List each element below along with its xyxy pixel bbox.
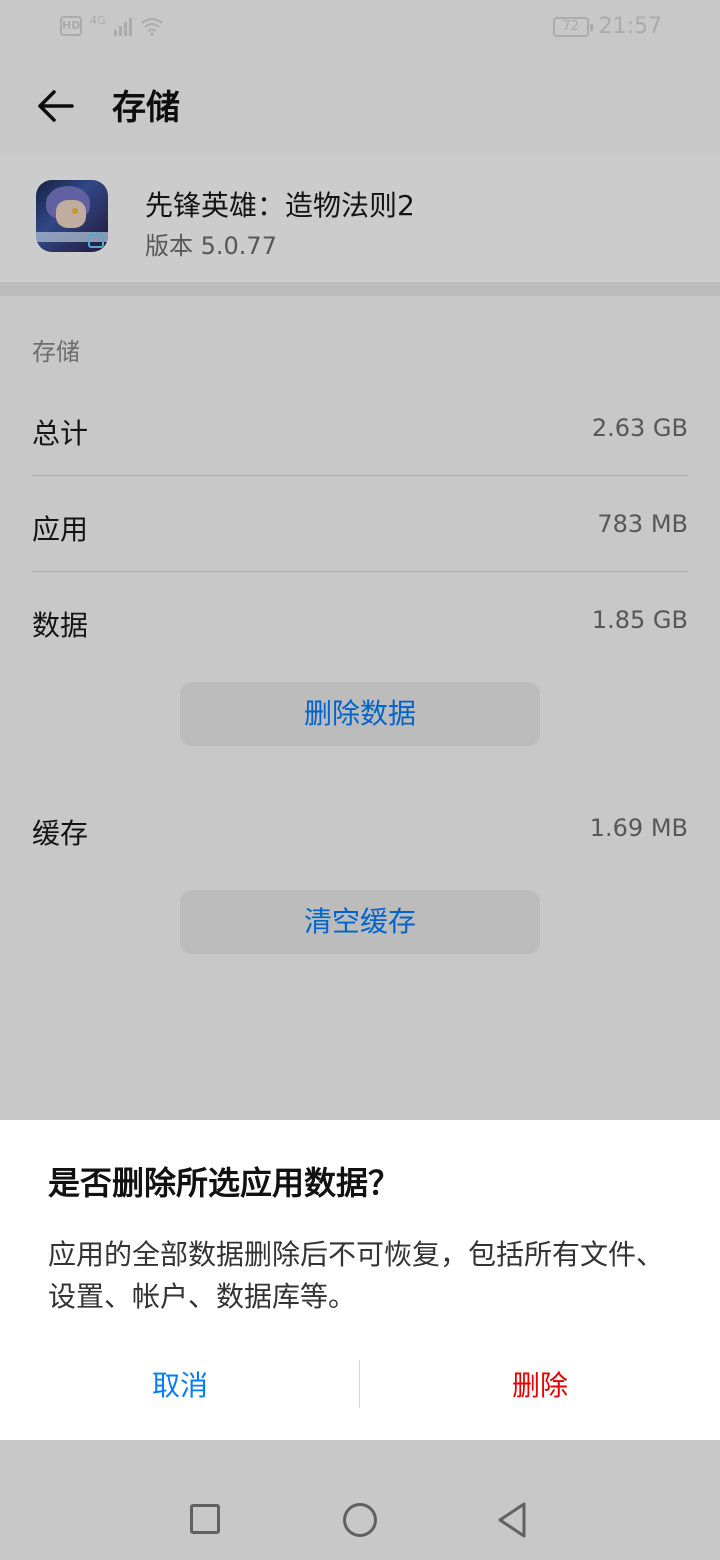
delete-confirm-dialog: 是否删除所选应用数据？ 应用的全部数据删除后不可恢复，包括所有文件、设置、帐户、…: [0, 1120, 720, 1440]
dialog-actions: 取消 删除: [0, 1356, 720, 1416]
dialog-message: 应用的全部数据删除后不可恢复，包括所有文件、设置、帐户、数据库等。: [48, 1238, 665, 1313]
cancel-button[interactable]: 取消: [0, 1356, 360, 1416]
delete-button[interactable]: 删除: [360, 1356, 720, 1416]
dialog-title: 是否删除所选应用数据？: [48, 1164, 401, 1202]
